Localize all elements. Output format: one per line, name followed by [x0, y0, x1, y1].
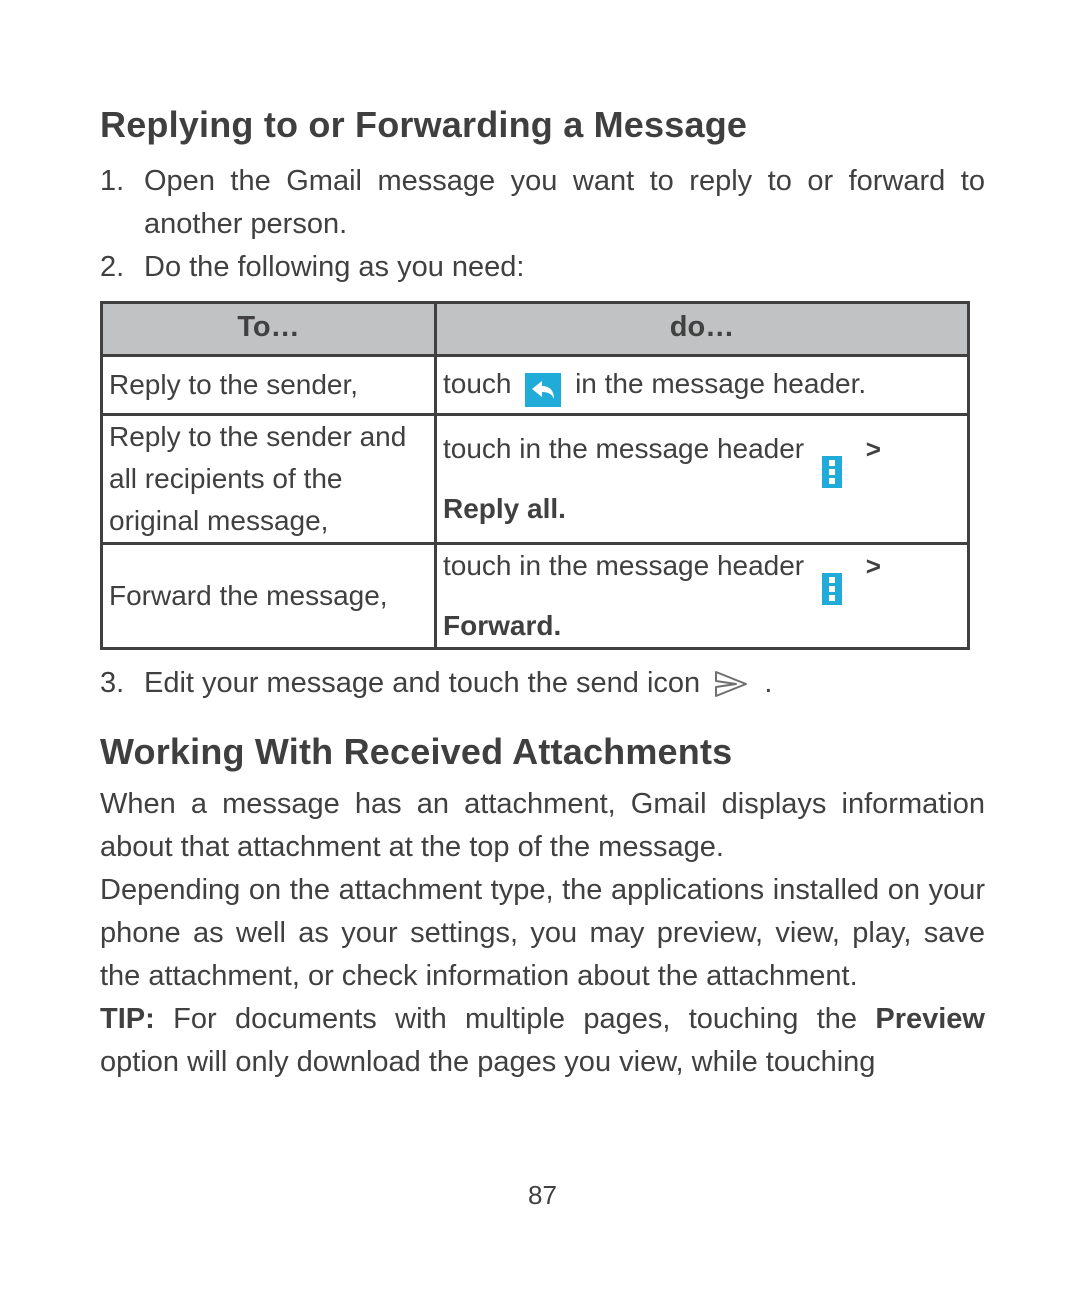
step-text-part: Edit your message and touch the send ico… [144, 667, 700, 699]
th-to: To… [102, 303, 436, 356]
step-number: 2. [100, 246, 144, 289]
actions-table: To… do… Reply to the sender, touch in th [100, 301, 985, 650]
cell-text: touch in the message header [443, 550, 804, 581]
step-2: 2. Do the following as you need: [100, 246, 985, 289]
page-number: 87 [100, 1180, 985, 1211]
step-text: Open the Gmail message you want to reply… [144, 160, 985, 246]
overflow-menu-icon [822, 573, 842, 605]
chevron-right-icon: > [866, 428, 881, 470]
cell-do: touch in the message header. [436, 356, 969, 415]
tip-paragraph: TIP: For documents with multiple pages, … [100, 998, 985, 1084]
table-header-row: To… do… [102, 303, 969, 356]
reply-arrow-icon [525, 373, 561, 407]
cell-to: Reply to the sender and all recipients o… [102, 415, 436, 544]
th-do: do… [436, 303, 969, 356]
step-number: 3. [100, 662, 144, 705]
paragraph: Depending on the attachment type, the ap… [100, 869, 985, 998]
cell-text: touch [443, 368, 512, 399]
tip-text: option will only download the pages you … [100, 1046, 875, 1078]
step-number: 1. [100, 160, 144, 246]
chevron-right-icon: > [866, 545, 881, 587]
tip-text: For documents with multiple pages, touch… [155, 1003, 876, 1035]
send-icon [714, 669, 750, 699]
cell-text: touch in the message header [443, 433, 804, 464]
step-text-part: . [764, 667, 772, 699]
heading-reply-forward: Replying to or Forwarding a Message [100, 104, 985, 146]
overflow-menu-icon [822, 456, 842, 488]
heading-attachments: Working With Received Attachments [100, 731, 985, 773]
step-text: Edit your message and touch the send ico… [144, 662, 985, 705]
paragraph: When a message has an attachment, Gmail … [100, 783, 985, 869]
tip-label: TIP: [100, 1003, 155, 1035]
page: Replying to or Forwarding a Message 1. O… [0, 0, 1080, 1211]
tip-preview-bold: Preview [875, 1003, 985, 1035]
table-row: Reply to the sender and all recipients o… [102, 415, 969, 544]
table-row: Forward the message, touch in the messag… [102, 544, 969, 649]
cell-action-bold: Forward. [443, 610, 561, 641]
step-text: Do the following as you need: [144, 246, 985, 289]
cell-text: in the message header. [575, 368, 866, 399]
step-1: 1. Open the Gmail message you want to re… [100, 160, 985, 246]
cell-do: touch in the message header > Forward. [436, 544, 969, 649]
cell-do: touch in the message header > Reply all. [436, 415, 969, 544]
table-row: Reply to the sender, touch in the messag… [102, 356, 969, 415]
step-3: 3. Edit your message and touch the send … [100, 662, 985, 705]
cell-action-bold: Reply all. [443, 493, 566, 524]
cell-to: Reply to the sender, [102, 356, 436, 415]
cell-to: Forward the message, [102, 544, 436, 649]
